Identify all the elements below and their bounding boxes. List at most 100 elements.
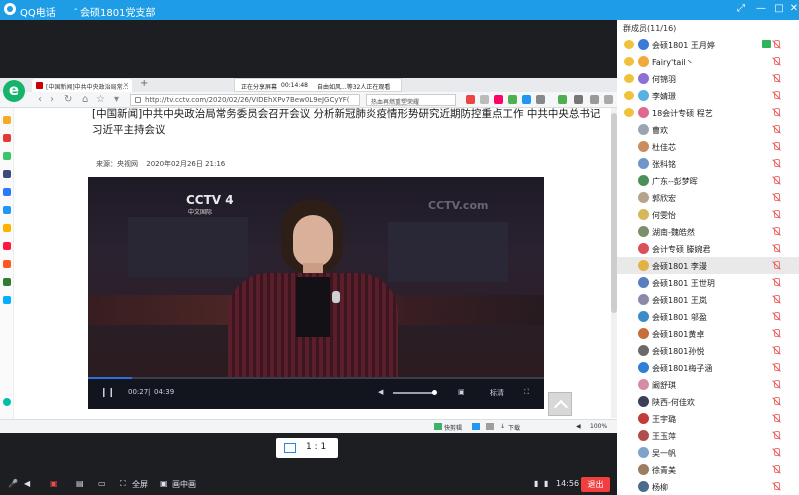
app-icon[interactable] <box>3 152 11 160</box>
aspect-ratio-button[interactable]: 1 : 1 <box>276 438 338 458</box>
screenshot-icon[interactable]: ▣ <box>458 388 465 396</box>
close-icon[interactable]: ✕ <box>788 3 799 15</box>
statusbar-icon[interactable] <box>472 423 480 430</box>
fullscreen-video-icon[interactable]: ⛶ <box>524 388 529 397</box>
pip-icon[interactable]: ▣ <box>160 479 168 488</box>
weibo-icon[interactable] <box>3 134 11 142</box>
member-name: 会硕1801 李漫 <box>652 262 707 271</box>
member-row[interactable]: 会硕1801 王世玥 <box>617 274 799 291</box>
member-row[interactable]: 会硕1801梅子涵 <box>617 359 799 376</box>
zoom-level[interactable]: 100% <box>590 423 607 430</box>
member-row[interactable]: 曹欢 <box>617 121 799 138</box>
video-progress-bar[interactable] <box>88 377 544 379</box>
tab-close-icon[interactable]: × <box>123 81 129 89</box>
app-icon[interactable] <box>3 260 11 268</box>
address-bar[interactable]: http://tv.cctv.com/2020/02/26/VIDEhXPv7B… <box>130 94 360 106</box>
new-tab-icon[interactable]: + <box>140 78 148 89</box>
volume-icon[interactable]: ◀ <box>378 388 383 396</box>
pause-icon[interactable]: ❙❙ <box>100 388 115 398</box>
fullscreen-icon[interactable]: ⛶ <box>120 479 126 489</box>
settings-icon[interactable] <box>604 95 613 104</box>
member-name: 何雯怡 <box>652 211 676 220</box>
member-row[interactable]: 会硕1801孙悦 <box>617 342 799 359</box>
adblock-icon[interactable] <box>466 95 475 104</box>
video-player[interactable]: CCTV 4 中文国际 CCTV.com ❙❙ 00:27 | 04:39 ◀ … <box>88 177 544 409</box>
browser-toolbar: ‹ › ↻ ⌂ ☆ ▾ http://tv.cctv.com/2020/02/2… <box>0 92 617 108</box>
member-row[interactable]: 张科铭 <box>617 155 799 172</box>
app-icon[interactable] <box>3 170 11 178</box>
quality-selector[interactable]: 标清 <box>490 388 504 398</box>
member-row[interactable]: 王玉萍 <box>617 427 799 444</box>
member-row[interactable]: 杜佳芯 <box>617 138 799 155</box>
assistant-icon[interactable] <box>3 398 11 406</box>
quick-edit-label[interactable]: 快剪辑 <box>444 423 462 432</box>
fullscreen-icon[interactable]: ⤢ <box>735 3 747 15</box>
extension-icon[interactable] <box>536 95 545 104</box>
maximize-icon[interactable]: □ <box>773 3 785 15</box>
extension-icon[interactable] <box>494 95 503 104</box>
quick-edit-icon[interactable] <box>434 423 442 430</box>
member-row[interactable]: 广东--彭梦晖 <box>617 172 799 189</box>
member-row[interactable]: 会硕1801 邬盈 <box>617 308 799 325</box>
member-row[interactable]: 会计专硕 滕婉君 <box>617 240 799 257</box>
game-icon[interactable] <box>508 95 517 104</box>
member-row[interactable]: 何锦羽 <box>617 70 799 87</box>
app-icon[interactable] <box>3 242 11 250</box>
forward-icon[interactable]: › <box>50 94 54 105</box>
member-row[interactable]: 阚舒琪 <box>617 376 799 393</box>
menu-icon[interactable] <box>574 95 583 104</box>
mute-toggle-icon[interactable]: ◀ <box>576 423 581 430</box>
back-icon[interactable]: ‹ <box>38 94 42 105</box>
member-row[interactable]: 会硕1801黄卓 <box>617 325 799 342</box>
app-icon[interactable] <box>3 188 11 196</box>
member-count-header: 群成员(11/16) <box>623 24 677 33</box>
channel-watermark: CCTV.com <box>428 199 489 212</box>
exit-call-button[interactable]: 退出 <box>581 477 610 492</box>
app-icon[interactable] <box>3 224 11 232</box>
app-icon[interactable] <box>3 278 11 286</box>
refresh-icon[interactable]: ↻ <box>64 94 72 105</box>
favorites-icon[interactable] <box>3 116 11 124</box>
undo-icon[interactable] <box>590 95 599 104</box>
app-icon[interactable] <box>3 206 11 214</box>
screen-mode-icon[interactable]: ▭ <box>98 479 106 488</box>
member-row[interactable]: 陕西-何佳欢 <box>617 393 799 410</box>
member-row[interactable]: 湖南-魏皓然 <box>617 223 799 240</box>
member-role-icon <box>624 108 634 117</box>
favorite-star-icon[interactable]: ☆ <box>96 94 105 105</box>
member-row[interactable]: 会硕1801 王月婷 <box>617 36 799 53</box>
member-row[interactable]: 会硕1801 王岚 <box>617 291 799 308</box>
member-row[interactable]: 李婧璟 <box>617 87 799 104</box>
browser-sidebar <box>0 108 14 430</box>
member-row[interactable]: Fairy'tail丶 <box>617 53 799 70</box>
download-label[interactable]: 下载 <box>508 423 520 432</box>
statusbar-icon[interactable] <box>486 423 494 430</box>
back-to-top-button[interactable] <box>548 392 572 416</box>
member-row[interactable]: 何雯怡 <box>617 206 799 223</box>
pip-label[interactable]: 画中画 <box>172 479 196 490</box>
dropdown-icon[interactable]: ▾ <box>114 94 119 105</box>
browser-tab[interactable]: [中国新闻]中共中央政治局常... × <box>32 79 132 92</box>
mic-muted-icon[interactable]: 🎤 <box>8 479 18 488</box>
extension-icon[interactable] <box>522 95 531 104</box>
member-row[interactable]: 杨柳 <box>617 478 799 495</box>
download-icon[interactable]: ↓ <box>500 423 505 430</box>
member-row[interactable]: 吴一帆 <box>617 444 799 461</box>
avatar <box>638 226 649 237</box>
home-icon[interactable]: ⌂ <box>82 94 88 105</box>
hot-search-box[interactable]: 热血再燃重塑荣耀 <box>366 94 456 106</box>
member-row[interactable]: 王宇璐 <box>617 410 799 427</box>
volume-slider[interactable] <box>393 390 437 395</box>
minimize-icon[interactable]: — <box>755 3 767 15</box>
extension-icon[interactable] <box>480 95 489 104</box>
app-icon[interactable] <box>3 296 11 304</box>
member-row[interactable]: 会硕1801 李漫 <box>617 257 799 274</box>
speaker-icon[interactable]: ◀ <box>24 479 30 488</box>
fullscreen-label[interactable]: 全屏 <box>132 479 148 490</box>
member-row[interactable]: 郭欣宏 <box>617 189 799 206</box>
camera-off-icon[interactable]: ▣ <box>50 479 58 488</box>
member-row[interactable]: 18会计专硕 程艺 <box>617 104 799 121</box>
share-screen-icon[interactable]: ▤ <box>76 479 84 488</box>
volume-handle[interactable] <box>432 390 437 395</box>
member-row[interactable]: 徐青美 <box>617 461 799 478</box>
